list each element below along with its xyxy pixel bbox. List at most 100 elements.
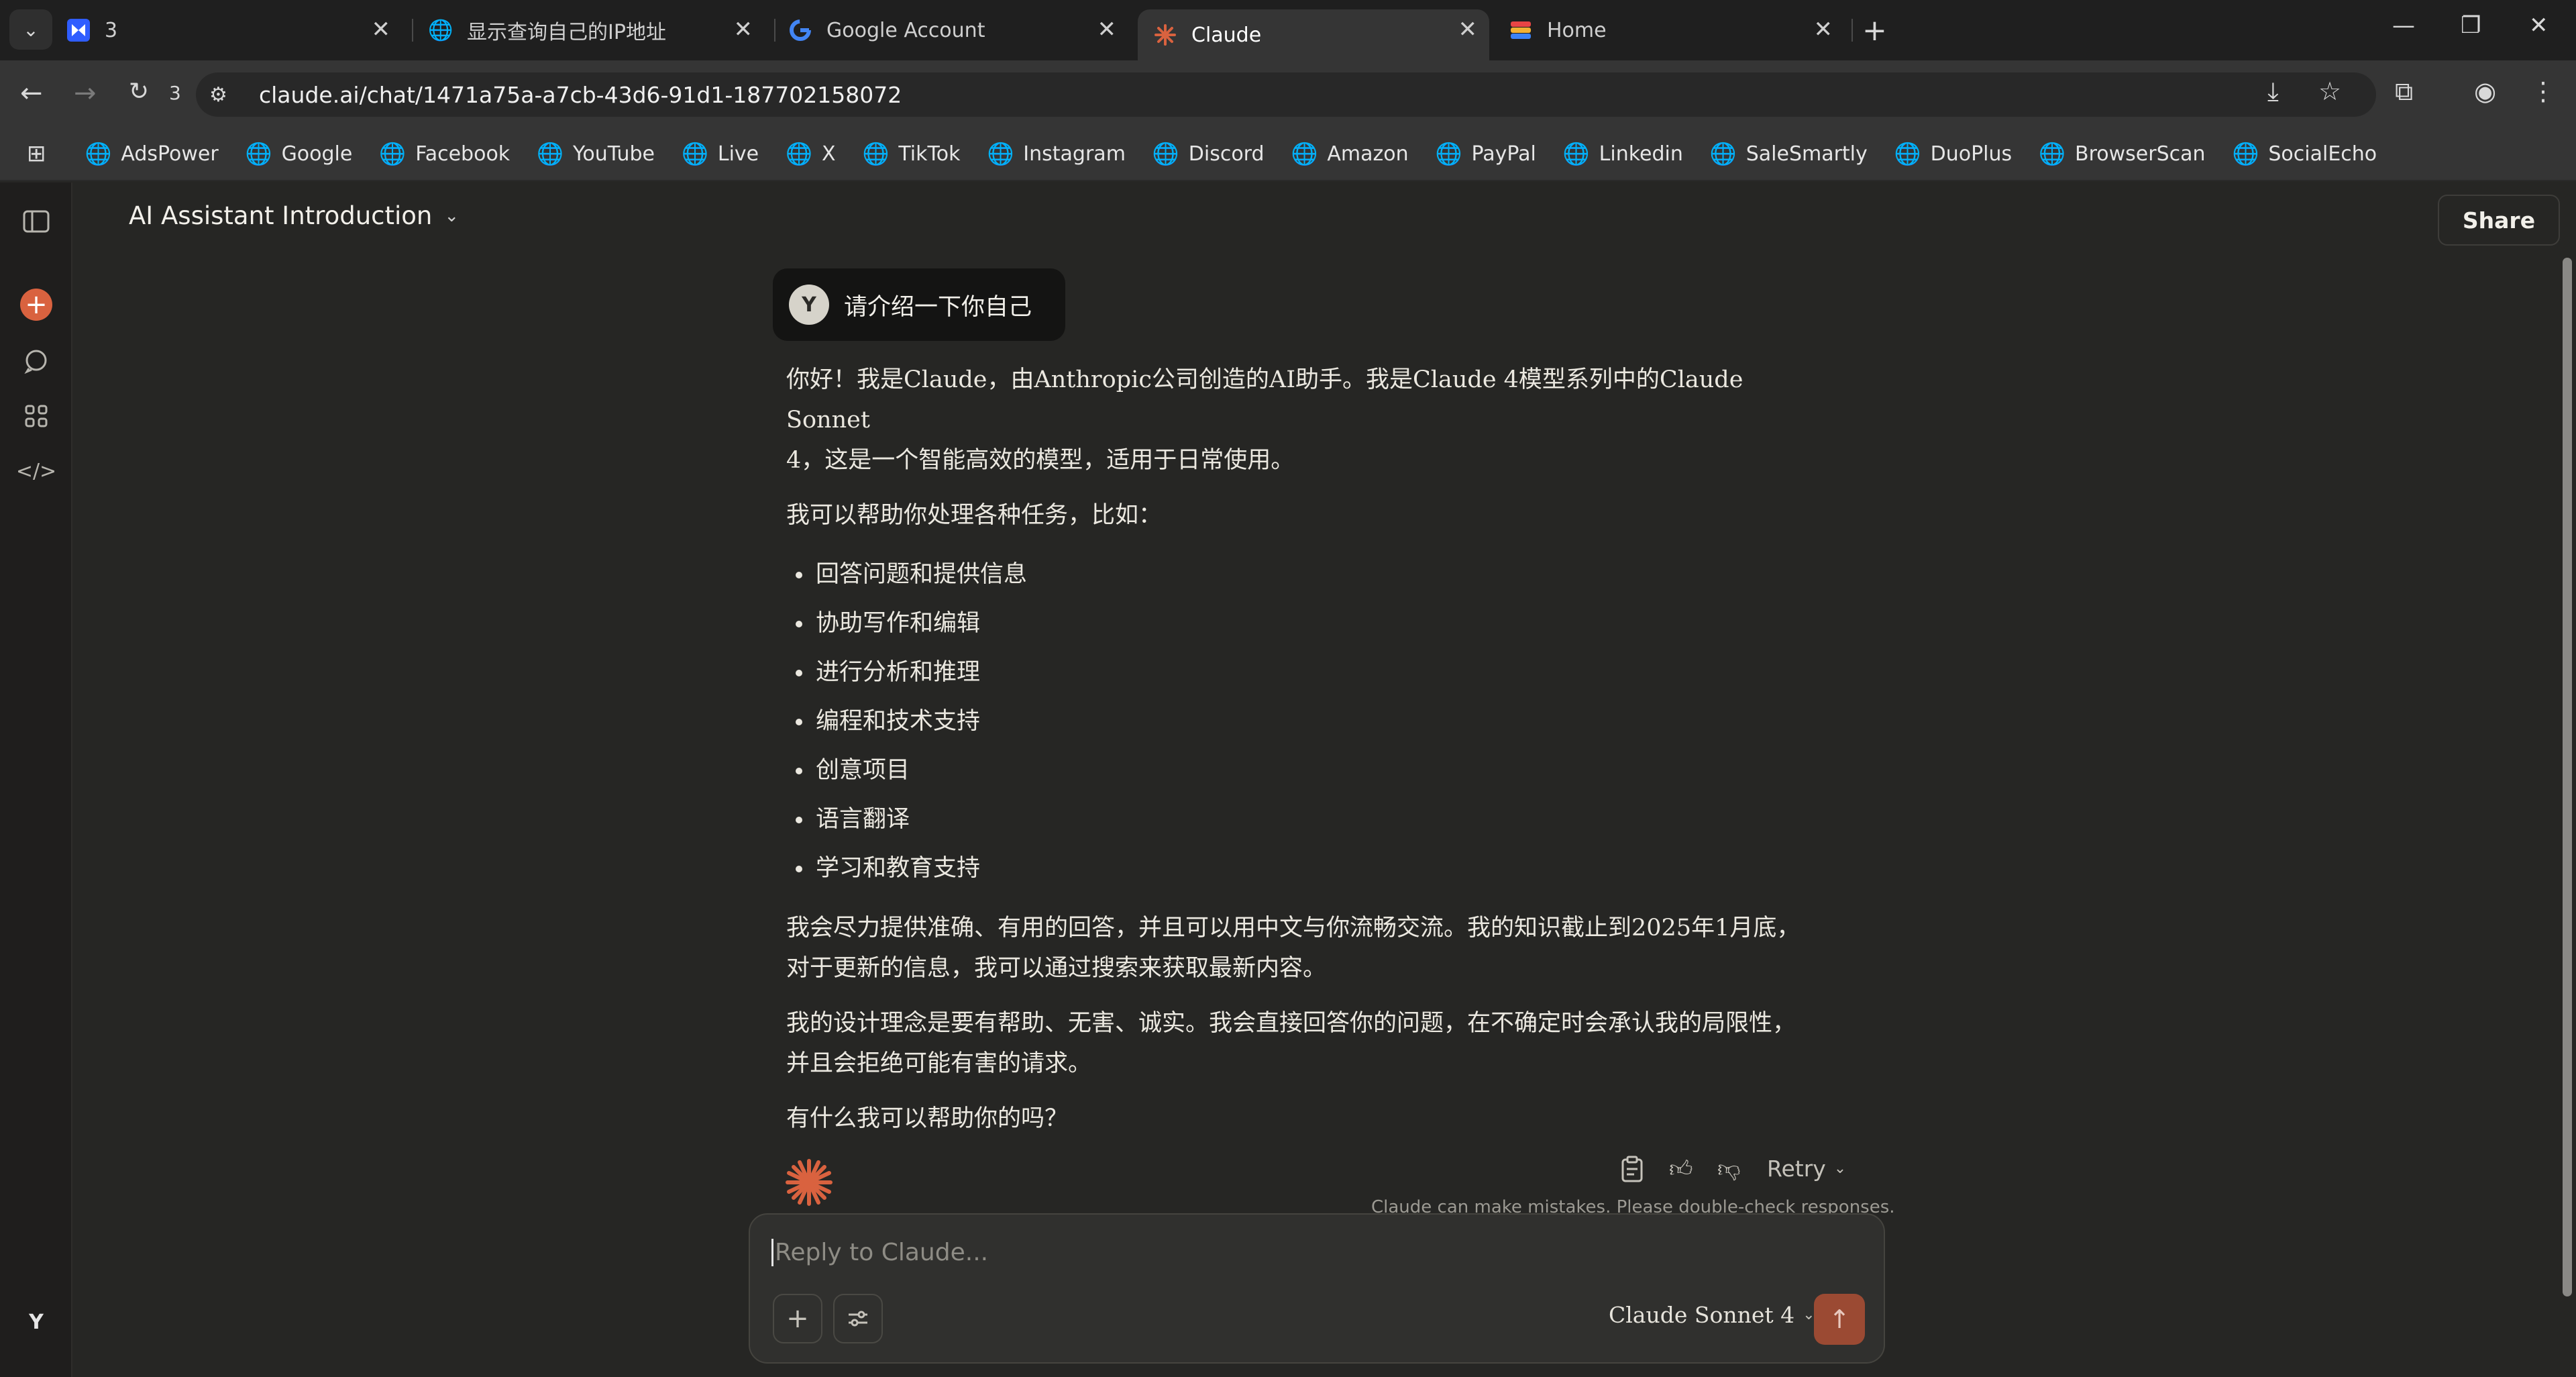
apps-grid-icon[interactable]: ⊞ xyxy=(27,140,46,167)
scrollbar[interactable] xyxy=(2563,258,2572,1296)
new-tab-icon[interactable]: + xyxy=(1862,13,1887,48)
bookmark-tiktok[interactable]: 🌐 TikTok xyxy=(863,141,961,166)
bullet xyxy=(796,865,802,872)
bookmark-label: TikTok xyxy=(898,142,961,166)
bookmark-google[interactable]: 🌐 Google xyxy=(246,141,353,166)
chevron-down-icon: ⌄ xyxy=(1803,1307,1815,1323)
new-chat-button[interactable]: + xyxy=(20,289,52,321)
restore-icon[interactable]: ❐ xyxy=(2461,12,2481,39)
bookmark-linkedin[interactable]: 🌐 Linkedin xyxy=(1563,141,1683,166)
bookmark-amazon[interactable]: 🌐 Amazon xyxy=(1291,141,1409,166)
extensions-icon[interactable]: ⧉ xyxy=(2395,76,2413,107)
bookmark-label: Instagram xyxy=(1023,142,1126,166)
install-app-icon[interactable]: ⤓ xyxy=(2267,76,2279,107)
bullet xyxy=(796,620,802,627)
close-icon[interactable]: ✕ xyxy=(1814,16,1833,43)
chevron-down-icon: ⌄ xyxy=(444,205,460,226)
bookmark-browserscan[interactable]: 🌐 BrowserScan xyxy=(2039,141,2205,166)
globe-icon: 🌐 xyxy=(379,141,407,166)
attach-button[interactable]: + xyxy=(773,1294,822,1343)
back-icon[interactable]: ← xyxy=(20,78,43,109)
list-item-text: 创意项目 xyxy=(816,757,910,784)
bookmark-paypal[interactable]: 🌐 PayPal xyxy=(1436,141,1536,166)
reply-line: 你好！我是Claude，由Anthropic公司创造的AI助手。我是Claude… xyxy=(786,366,1743,434)
star-icon[interactable]: ☆ xyxy=(2318,76,2341,106)
site-settings-icon[interactable]: ⚙ xyxy=(209,83,246,107)
bookmark-discord[interactable]: 🌐 Discord xyxy=(1152,141,1265,166)
chats-icon[interactable] xyxy=(20,345,52,377)
tab-divider xyxy=(774,19,775,42)
bookmark-label: Amazon xyxy=(1327,142,1409,166)
chat-title-menu[interactable]: AI Assistant Introduction ⌄ xyxy=(129,201,459,230)
capability-list: 回答问题和提供信息 协助写作和编辑 进行分析和推理 编程和技术支持 创意项目 语… xyxy=(796,550,1833,893)
globe-icon: 🌐 xyxy=(1709,141,1737,166)
bookmark-facebook[interactable]: 🌐 Facebook xyxy=(379,141,510,166)
bookmark-label: YouTube xyxy=(573,142,655,166)
retry-button[interactable]: Retry ⌄ xyxy=(1767,1156,1846,1182)
globe-icon: 🌐 xyxy=(786,141,812,166)
sidebar-toggle-icon[interactable] xyxy=(20,205,52,238)
url-text[interactable]: claude.ai/chat/1471a75a-a7cb-43d6-91d1-1… xyxy=(259,82,902,108)
reply-input[interactable]: Reply to Claude... xyxy=(771,1239,988,1266)
reply-paragraph: 有什么我可以帮助你的吗？ xyxy=(786,1105,1069,1132)
bookmark-instagram[interactable]: 🌐 Instagram xyxy=(987,141,1125,166)
share-button[interactable]: Share xyxy=(2438,195,2560,246)
bookmark-label: Google xyxy=(281,142,353,166)
close-icon[interactable]: ✕ xyxy=(734,16,753,43)
bookmark-label: Linkedin xyxy=(1599,142,1683,166)
tab-search-button[interactable]: ⌄ xyxy=(9,9,52,50)
reload-icon[interactable]: ↻ xyxy=(129,78,149,105)
reply-line: 我的设计理念是要有帮助、无害、诚实。我会直接回答你的问题，在不确定时会承认我的局… xyxy=(786,1010,1796,1037)
list-item: 协助写作和编辑 xyxy=(796,599,1833,648)
close-icon[interactable]: ✕ xyxy=(372,16,391,43)
close-icon[interactable]: ✕ xyxy=(1097,16,1117,43)
thumbs-down-icon[interactable]: 👎︎ xyxy=(1717,1156,1741,1183)
tab-home[interactable]: Home ✕ xyxy=(1509,9,1845,51)
user-avatar[interactable]: Y xyxy=(20,1306,52,1338)
bullet xyxy=(796,571,802,578)
app-icon xyxy=(1509,19,1532,42)
model-label: Claude Sonnet 4 xyxy=(1609,1302,1795,1328)
tab-title: Google Account xyxy=(826,18,985,42)
close-icon[interactable]: ✕ xyxy=(1458,16,1478,43)
bookmark-youtube[interactable]: 🌐 YouTube xyxy=(537,141,655,166)
browser-tab-strip: ⌄ 3 ✕ 🌐 显示查询自己的IP地址 ✕ Google Account ✕ C… xyxy=(0,0,2576,60)
tab-adspower[interactable]: 3 ✕ xyxy=(67,9,402,51)
profile-icon[interactable]: ◉ xyxy=(2474,76,2496,106)
user-message: Y 请介绍一下你自己 xyxy=(773,268,1066,341)
send-button[interactable]: ↑ xyxy=(1814,1294,1865,1345)
globe-icon: 🌐 xyxy=(85,141,112,166)
globe-icon: 🌐 xyxy=(1562,141,1590,166)
minimize-icon[interactable]: — xyxy=(2392,12,2415,39)
google-icon xyxy=(789,19,812,42)
arrow-up-icon: ↑ xyxy=(1829,1305,1850,1334)
bookmarks-bar: ⊞ 🌐 AdsPower 🌐 Google 🌐 Facebook 🌐 YouTube 🌐… xyxy=(0,128,2576,181)
copy-icon[interactable] xyxy=(1621,1156,1644,1182)
tab-title: Home xyxy=(1547,18,1607,42)
thumbs-up-icon[interactable]: 👍︎ xyxy=(1669,1156,1693,1183)
bookmark-x[interactable]: 🌐 X xyxy=(786,141,835,166)
chevron-down-icon: ⌄ xyxy=(23,18,39,41)
bullet xyxy=(796,718,802,725)
list-item: 进行分析和推理 xyxy=(796,648,1833,697)
window-close-icon[interactable]: ✕ xyxy=(2529,12,2548,39)
forward-icon[interactable]: → xyxy=(74,78,97,109)
bookmark-salesmartly[interactable]: 🌐 SaleSmartly xyxy=(1710,141,1868,166)
code-icon[interactable]: </> xyxy=(16,455,56,487)
bookmark-adspower[interactable]: 🌐 AdsPower xyxy=(85,141,219,166)
model-selector[interactable]: Claude Sonnet 4 ⌄ xyxy=(1609,1302,1815,1328)
tab-ip-lookup[interactable]: 🌐 显示查询自己的IP地址 ✕ xyxy=(428,9,765,51)
bookmark-label: PayPal xyxy=(1471,142,1536,166)
tools-button[interactable] xyxy=(833,1294,883,1343)
bookmark-socialecho[interactable]: 🌐 SocialEcho xyxy=(2233,141,2377,166)
bookmark-live[interactable]: 🌐 Live xyxy=(682,141,759,166)
more-menu-icon[interactable]: ⋮ xyxy=(2530,76,2556,106)
address-bar[interactable]: ⚙ claude.ai/chat/1471a75a-a7cb-43d6-91d1… xyxy=(196,72,2376,117)
projects-icon[interactable] xyxy=(20,400,52,432)
tab-google-account[interactable]: Google Account ✕ xyxy=(789,9,1128,51)
tab-divider xyxy=(412,19,413,42)
bookmark-duoplus[interactable]: 🌐 DuoPlus xyxy=(1894,141,2012,166)
globe-icon: 🌐 xyxy=(862,141,890,166)
globe-icon: 🌐 xyxy=(1152,141,1179,166)
tab-claude[interactable]: Claude ✕ xyxy=(1138,9,1489,60)
